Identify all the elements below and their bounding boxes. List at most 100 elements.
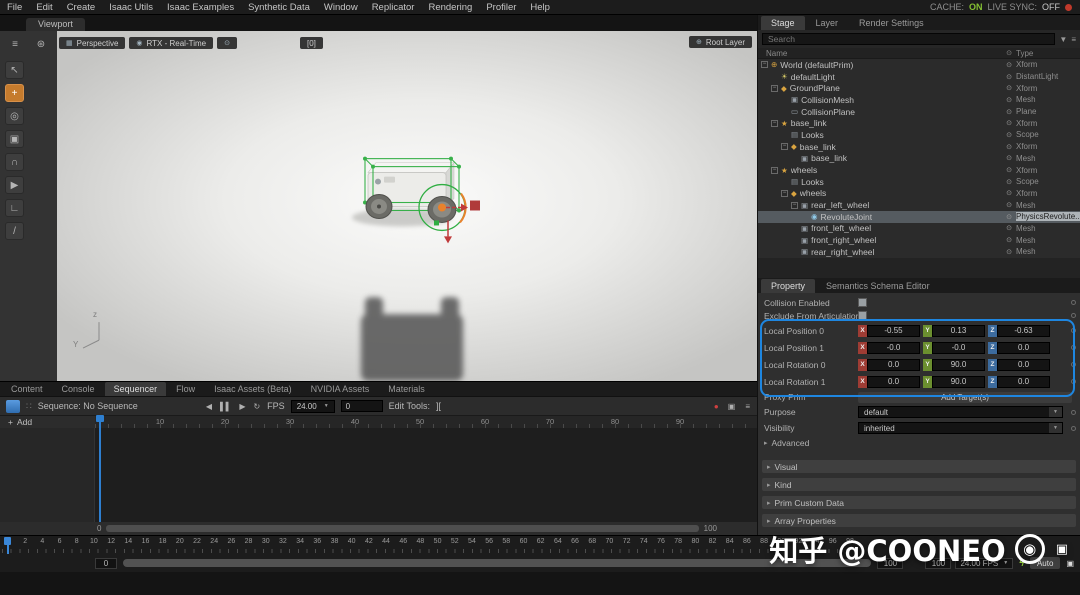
z-value-field[interactable]: -0.63 — [997, 324, 1050, 337]
visibility-eye-icon[interactable]: ⊙ — [1002, 236, 1016, 244]
tree-row[interactable]: − ★ wheels ⊙ Xform — [758, 164, 1080, 176]
menu-item-window[interactable]: Window — [317, 1, 365, 14]
tool-play[interactable]: ▶ — [5, 176, 24, 194]
x-value-field[interactable]: -0.55 — [867, 324, 920, 337]
timeline-start-field[interactable]: 0 — [95, 557, 117, 569]
expander-icon[interactable]: − — [771, 119, 778, 127]
tab-content[interactable]: Content — [2, 382, 52, 396]
tab-render-settings[interactable]: Render Settings — [849, 16, 934, 30]
tab-property[interactable]: Property — [761, 279, 816, 293]
sequencer-range-start[interactable]: 0 — [97, 524, 101, 533]
section-kind[interactable]: ▸ Kind — [762, 478, 1076, 491]
y-value-field[interactable]: 0.13 — [932, 324, 985, 337]
menu-item-help[interactable]: Help — [523, 1, 557, 14]
visibility-eye-icon[interactable]: ⊙ — [1002, 213, 1016, 221]
record-icon[interactable]: ● — [714, 402, 719, 411]
viewport-canvas[interactable]: ▦ Perspective ◉ RTX - Real-Time ⊙ [0] ⊕ … — [57, 31, 757, 381]
tree-row[interactable]: − ◆ GroundPlane ⊙ Xform — [758, 82, 1080, 94]
tree-row[interactable]: ▤ Looks ⊙ Scope — [758, 129, 1080, 141]
hamburger-menu-icon[interactable]: ≡ — [7, 37, 23, 51]
renderer-button[interactable]: ◉ RTX - Real-Time — [129, 37, 214, 49]
tool-paint[interactable]: / — [5, 222, 24, 240]
column-name[interactable]: Name — [758, 49, 1002, 58]
tree-row[interactable]: ☀ defaultLight ⊙ DistantLight — [758, 71, 1080, 83]
y-value-field[interactable]: -0.0 — [932, 341, 985, 354]
livesync-value[interactable]: OFF — [1042, 2, 1060, 12]
column-options-icon[interactable]: ≡ — [1071, 35, 1076, 44]
tree-row[interactable]: − ▣ rear_left_wheel ⊙ Mesh — [758, 199, 1080, 211]
expander-icon[interactable]: − — [781, 143, 788, 151]
x-value-field[interactable]: -0.0 — [867, 341, 920, 354]
checkbox[interactable] — [858, 311, 867, 320]
tool-select[interactable]: ↖ — [5, 61, 24, 79]
expander-icon[interactable]: − — [761, 61, 768, 69]
pause-icon[interactable]: ▌▌ — [220, 402, 231, 411]
gear-icon[interactable]: ⊛ — [33, 37, 49, 51]
perspective-button[interactable]: ▦ Perspective — [59, 37, 126, 49]
add-track-button[interactable]: + Add — [0, 416, 95, 428]
tree-row[interactable]: ◉ RevoluteJoint ⊙ PhysicsRevolute... — [758, 210, 1080, 223]
x-value-field[interactable]: 0.0 — [867, 358, 920, 371]
tab-sequencer[interactable]: Sequencer — [104, 382, 167, 396]
cache-value[interactable]: ON — [969, 2, 983, 12]
z-value-field[interactable]: 0.0 — [997, 375, 1050, 388]
tree-row[interactable]: − ◆ wheels ⊙ Xform — [758, 188, 1080, 200]
loop-icon[interactable]: ↻ — [253, 402, 260, 411]
advanced-section-header[interactable]: ▸ Advanced — [758, 436, 1080, 450]
tab-layer[interactable]: Layer — [806, 16, 849, 30]
visibility-eye-icon[interactable]: ⊙ — [1002, 224, 1016, 232]
tab-semantics-schema-editor[interactable]: Semantics Schema Editor — [816, 279, 940, 293]
tree-row[interactable]: ▭ CollisionPlane ⊙ Plane — [758, 106, 1080, 118]
tree-row[interactable]: − ★ base_link ⊙ Xform — [758, 117, 1080, 129]
sequencer-playhead[interactable] — [99, 415, 101, 522]
section-array-properties[interactable]: ▸ Array Properties — [762, 514, 1076, 527]
tree-row[interactable]: − ⊕ World (defaultPrim) ⊙ Xform — [758, 59, 1080, 71]
column-type[interactable]: Type — [1016, 49, 1080, 58]
menu-item-rendering[interactable]: Rendering — [421, 1, 479, 14]
tab-viewport[interactable]: Viewport — [26, 18, 85, 31]
menu-item-isaac-examples[interactable]: Isaac Examples — [160, 1, 241, 14]
add-targets-button[interactable]: Add Target(s) — [858, 391, 1072, 403]
sequencer-scrollbar[interactable] — [106, 525, 699, 532]
section-prim-custom-data[interactable]: ▸ Prim Custom Data — [762, 496, 1076, 509]
sequencer-track-area[interactable] — [0, 428, 757, 522]
tree-row[interactable]: ▣ front_right_wheel ⊙ Mesh — [758, 234, 1080, 246]
tab-nvidia-assets[interactable]: NVIDIA Assets — [302, 382, 379, 396]
menu-item-file[interactable]: File — [0, 1, 29, 14]
sequencer-range-end[interactable]: 100 — [704, 524, 717, 533]
z-value-field[interactable]: 0.0 — [997, 341, 1050, 354]
expander-icon[interactable]: − — [771, 84, 778, 92]
visibility-eye-icon[interactable]: ⊙ — [1002, 73, 1016, 81]
expander-icon[interactable]: − — [781, 189, 788, 197]
skip-start-icon[interactable]: ◀ — [206, 402, 212, 411]
menu-item-edit[interactable]: Edit — [29, 1, 59, 14]
tab-materials[interactable]: Materials — [379, 382, 434, 396]
tree-row[interactable]: − ◆ base_link ⊙ Xform — [758, 141, 1080, 153]
menu-item-replicator[interactable]: Replicator — [365, 1, 422, 14]
tool-pose[interactable]: ∟ — [5, 199, 24, 217]
tree-row[interactable]: ▤ Looks ⊙ Scope — [758, 176, 1080, 188]
robot-wheel-left[interactable] — [365, 194, 393, 219]
filter-icon[interactable]: ▼ — [1059, 35, 1067, 44]
frame-input[interactable] — [340, 400, 383, 412]
visibility-eye-icon[interactable]: ⊙ — [1002, 119, 1016, 127]
timeline-playhead[interactable] — [7, 537, 9, 554]
visibility-eye-icon[interactable]: ⊙ — [1002, 61, 1016, 69]
visibility-eye-icon[interactable]: ⊙ — [1002, 131, 1016, 139]
visibility-eye-icon[interactable]: ⊙ — [1002, 108, 1016, 116]
timeline-scrollbar[interactable] — [123, 559, 872, 567]
purpose-dropdown[interactable]: default ▼ — [858, 406, 1063, 418]
visibility-eye-icon[interactable]: ⊙ — [1002, 189, 1016, 197]
visibility-eye-icon[interactable]: ⊙ — [1002, 96, 1016, 104]
tree-row[interactable]: ▣ front_left_wheel ⊙ Mesh — [758, 223, 1080, 235]
visibility-column-icon[interactable]: ⊙ — [1002, 49, 1016, 57]
menu-item-create[interactable]: Create — [60, 1, 103, 14]
visibility-eye-icon[interactable]: ⊙ — [1002, 143, 1016, 151]
visibility-eye-icon[interactable]: ⊙ — [1002, 84, 1016, 92]
tab-stage[interactable]: Stage — [761, 16, 805, 30]
root-layer-button[interactable]: ⊕ Root Layer — [688, 36, 752, 48]
y-value-field[interactable]: 90.0 — [932, 358, 985, 371]
play-icon[interactable]: ▶ — [239, 402, 245, 411]
tab-console[interactable]: Console — [53, 382, 104, 396]
search-input[interactable] — [762, 33, 1056, 45]
